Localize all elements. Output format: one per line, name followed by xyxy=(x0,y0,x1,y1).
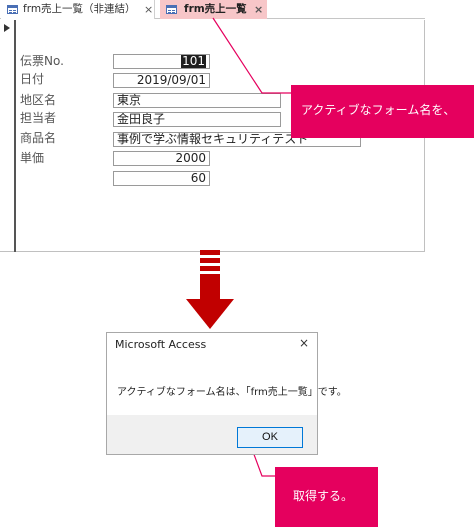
arrow-stem-segment xyxy=(200,274,220,300)
callout-text: 取得する。 xyxy=(293,489,354,503)
callout-top-pointer xyxy=(212,17,291,94)
callout-text: アクティブなフォーム名を、 xyxy=(301,103,456,117)
arrow-stem-segment xyxy=(200,266,220,271)
dialog-title: Microsoft Access xyxy=(115,338,207,351)
dialog-message: アクティブなフォーム名は、「frm売上一覧」です。 xyxy=(117,387,347,398)
callout-get-it: 取得する。 xyxy=(275,467,378,527)
ok-button[interactable]: OK xyxy=(237,427,303,448)
message-dialog: Microsoft Access × アクティブなフォーム名は、「frm売上一覧… xyxy=(106,332,347,455)
callout-active-form-name: アクティブなフォーム名を、 xyxy=(291,85,474,138)
arrow-stem-segment xyxy=(200,250,220,255)
down-arrow-icon xyxy=(186,299,234,329)
dialog-close-icon[interactable]: × xyxy=(299,336,309,350)
arrow-stem-segment xyxy=(200,258,220,263)
